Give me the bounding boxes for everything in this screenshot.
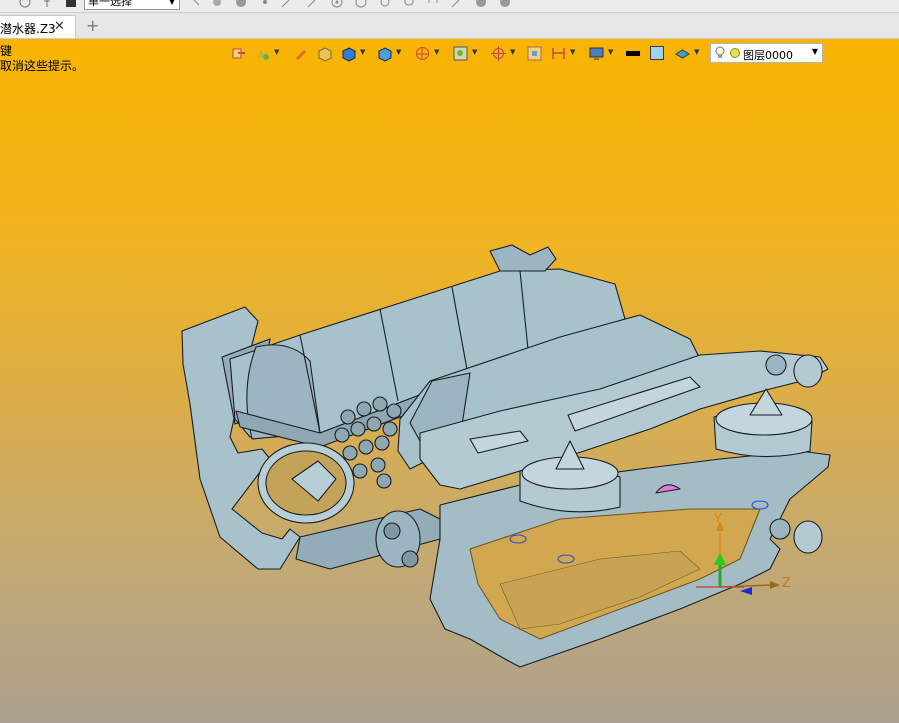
- top-toolbar: 单一选择 ▼: [0, 0, 899, 13]
- rov-3d-model[interactable]: Y Z: [0, 39, 899, 723]
- chevron-down-icon: ▼: [811, 47, 818, 56]
- add-tab-button[interactable]: +: [86, 16, 99, 35]
- slash-icon[interactable]: [450, 0, 464, 9]
- fit-view-icon[interactable]: [526, 45, 543, 62]
- gear-icon-2[interactable]: [498, 0, 512, 9]
- rotate-sphere-icon[interactable]: [414, 45, 431, 62]
- shaded-cube-icon[interactable]: [316, 45, 333, 62]
- chevron-down-icon[interactable]: ▼: [510, 48, 515, 56]
- document-tab-bar: 潜水器.Z3 ✕ +: [0, 13, 899, 39]
- document-tab[interactable]: 潜水器.Z3 ✕: [0, 15, 76, 38]
- point-icon[interactable]: [258, 0, 272, 9]
- exit-sketch-icon[interactable]: [230, 45, 247, 62]
- dimension-icon[interactable]: [550, 45, 567, 62]
- hint-line-2: 取消这些提示。: [0, 59, 85, 73]
- line-color-swatch[interactable]: [626, 51, 640, 56]
- refresh-icon[interactable]: [354, 0, 368, 9]
- selection-mode-label: 单一选择: [88, 0, 132, 8]
- display-icon[interactable]: [254, 45, 271, 62]
- layer-color-dot: [730, 48, 740, 58]
- zoom-window-icon[interactable]: [452, 45, 469, 62]
- lightbulb-icon[interactable]: [715, 46, 725, 60]
- chevron-down-icon[interactable]: ▼: [694, 48, 699, 56]
- chevron-down-icon: ▼: [168, 0, 175, 6]
- chevron-down-icon[interactable]: ▼: [434, 48, 439, 56]
- layer-stack-icon[interactable]: [674, 45, 691, 62]
- stop-icon[interactable]: [64, 0, 78, 9]
- chevron-down-icon[interactable]: ▼: [472, 48, 477, 56]
- chevron-down-icon[interactable]: ▼: [396, 48, 401, 56]
- history-icon[interactable]: [18, 0, 32, 9]
- layer-name: 图层0000: [743, 49, 793, 62]
- graphics-viewport[interactable]: Y Z 键 取消这些提示。 ▼ ▼ ▼ ▼ ▼ ▼ ▼ ▼ ▼ 图层0000 ▼: [0, 39, 899, 723]
- close-icon[interactable]: ✕: [54, 19, 65, 34]
- chevron-down-icon[interactable]: ▼: [274, 48, 279, 56]
- chevron-down-icon[interactable]: ▼: [570, 48, 575, 56]
- fork-icon[interactable]: [402, 0, 416, 9]
- z-axis-label: Z: [782, 576, 791, 591]
- fill-color-swatch[interactable]: [650, 46, 664, 60]
- monitor-icon[interactable]: [588, 45, 605, 62]
- pick-icon[interactable]: [188, 0, 202, 9]
- filter-icon[interactable]: [210, 0, 224, 9]
- hint-text: 键 取消这些提示。: [0, 44, 84, 74]
- target-icon[interactable]: [330, 0, 344, 9]
- pen-icon[interactable]: [292, 45, 309, 62]
- document-tab-label: 潜水器.Z3: [0, 22, 56, 36]
- view-cube-icon[interactable]: [376, 45, 393, 62]
- selection-mode-dropdown[interactable]: 单一选择 ▼: [84, 0, 180, 10]
- hint-line-1: 键: [0, 44, 13, 58]
- snap-target-icon[interactable]: [490, 45, 507, 62]
- play-icon[interactable]: [234, 0, 248, 9]
- pin-icon[interactable]: [40, 0, 54, 9]
- arrow-icon[interactable]: [306, 0, 320, 9]
- chevron-down-icon[interactable]: ▼: [608, 48, 613, 56]
- y-axis-label: Y: [713, 512, 722, 527]
- line-icon[interactable]: [280, 0, 294, 9]
- solid-cube-icon[interactable]: [340, 45, 357, 62]
- layer-dropdown[interactable]: 图层0000 ▼: [710, 43, 823, 63]
- bulb-icon[interactable]: [378, 0, 392, 9]
- gear-icon[interactable]: [474, 0, 488, 9]
- chevron-down-icon[interactable]: ▼: [360, 48, 365, 56]
- fork-icon-2[interactable]: [426, 0, 440, 9]
